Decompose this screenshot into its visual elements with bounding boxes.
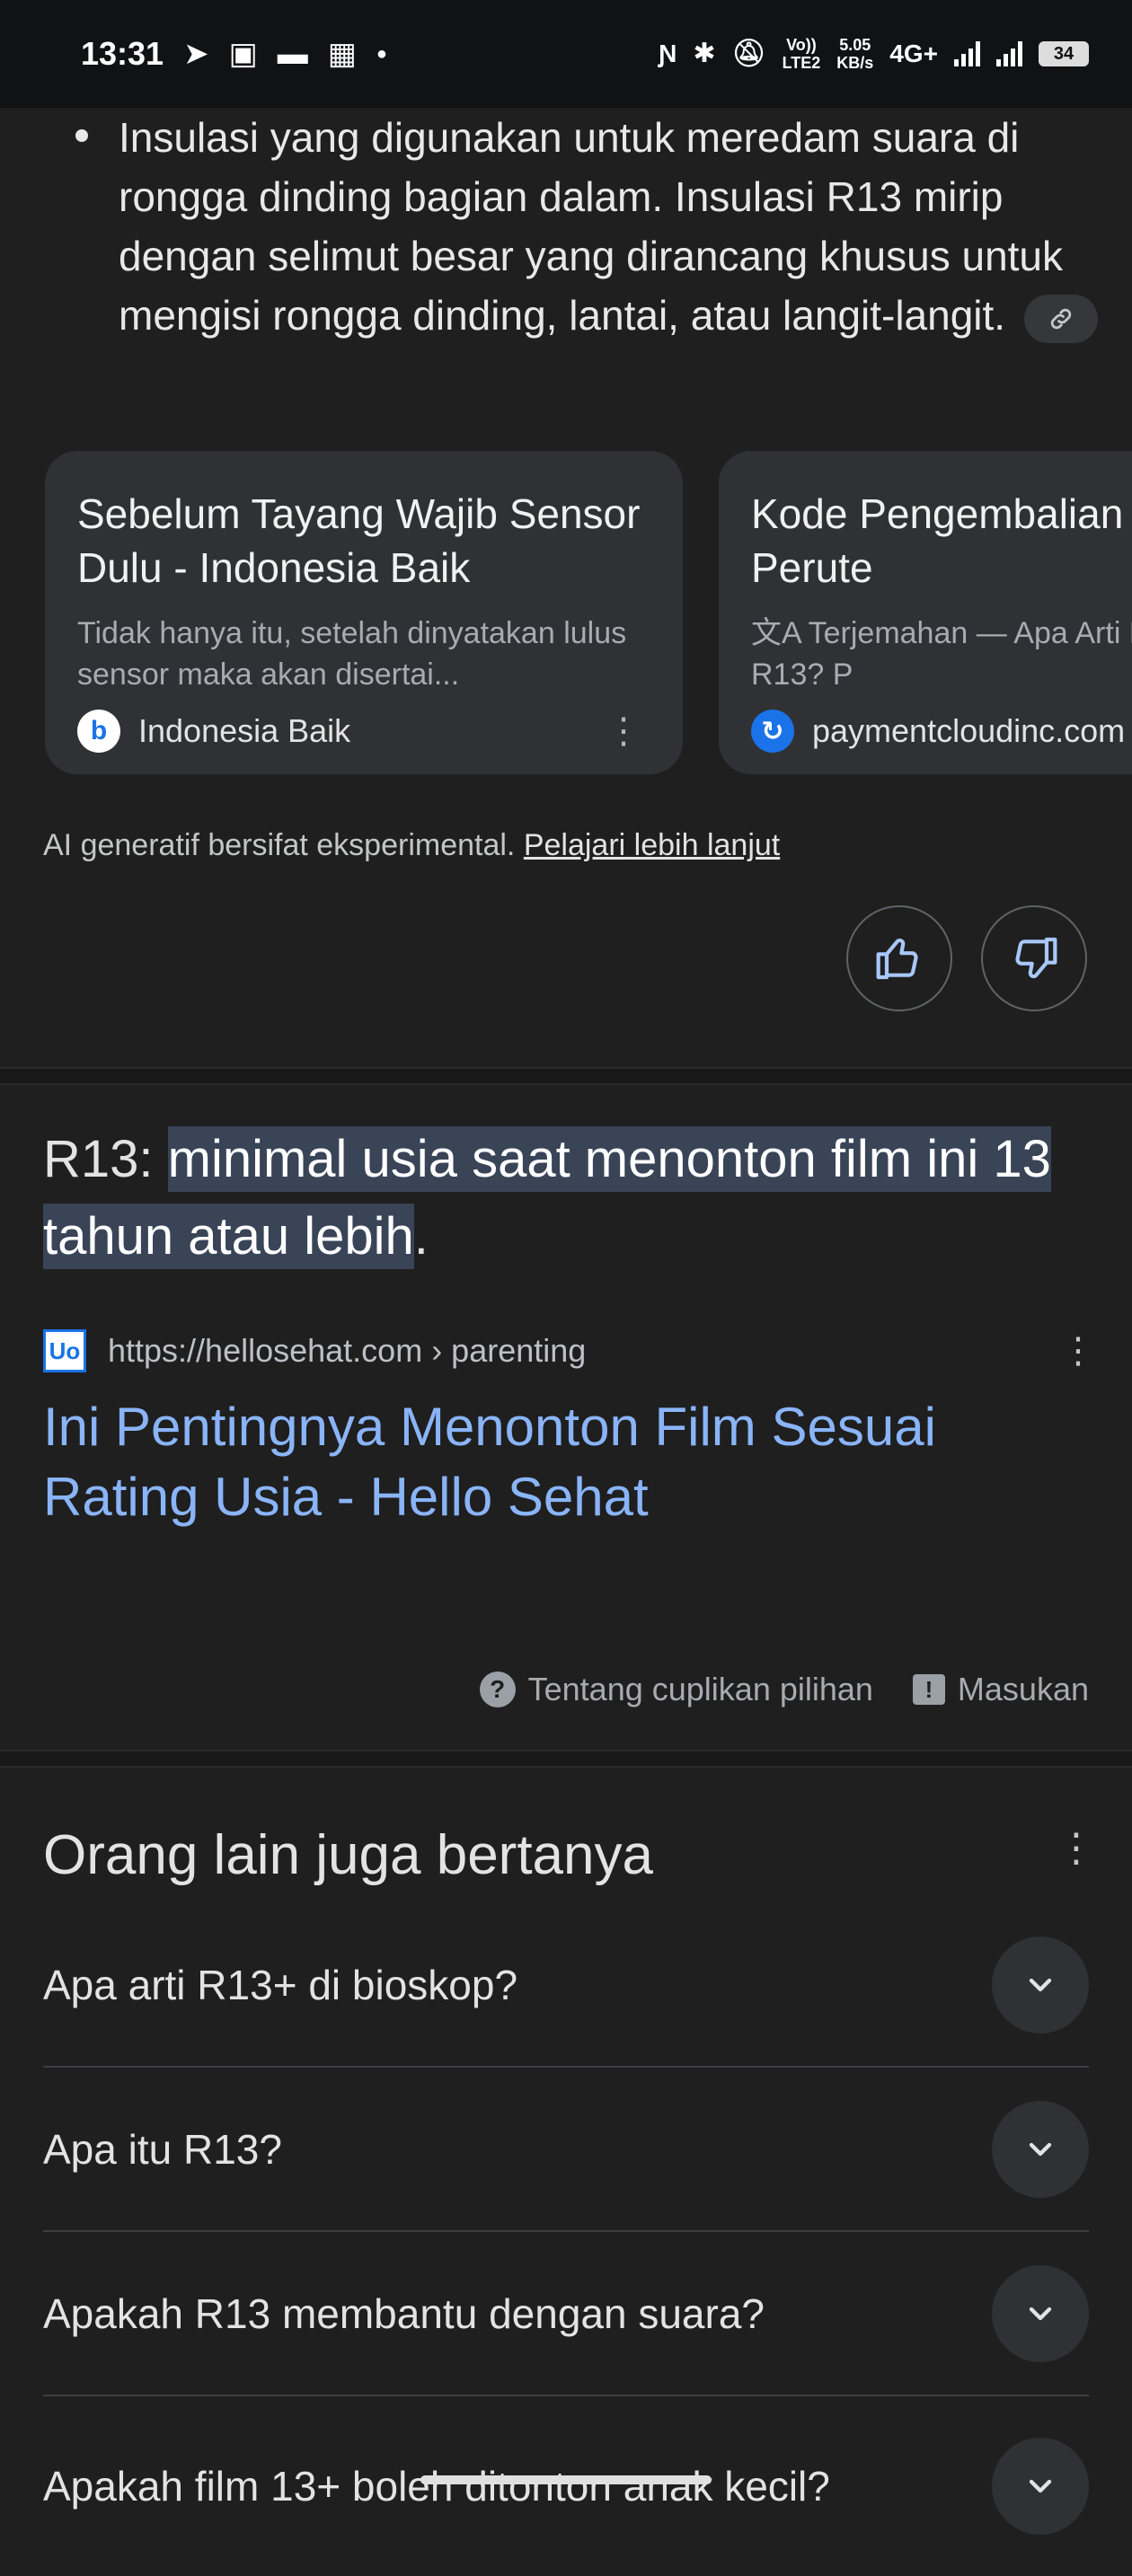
hellosehat-favicon-icon: Uo	[43, 1329, 86, 1372]
signal-2-icon	[996, 41, 1022, 66]
card-source-name: paymentcloudinc.com	[812, 712, 1126, 749]
source-card[interactable]: Kode Pengembalian ACH: Nomor Perute 文A T…	[719, 451, 1132, 774]
link-icon	[1050, 308, 1072, 330]
shopping-bag-icon: ▣	[228, 37, 258, 71]
snippet-highlight: minimal usia saat menonton film ini 13 t…	[43, 1126, 1051, 1269]
mute-bell-icon: 🔕︎	[731, 39, 766, 68]
chevron-down-icon	[1029, 1978, 1052, 1991]
citation-link-button[interactable]	[1023, 294, 1098, 343]
learn-more-link[interactable]: Pelajari lebih lanjut	[524, 828, 780, 862]
chevron-down-icon	[1029, 2479, 1052, 2493]
thumbs-up-button[interactable]	[846, 905, 952, 1011]
chevron-down-icon	[1029, 2142, 1052, 2156]
search-results: Insulasi yang digunakan untuk meredam su…	[0, 108, 1132, 2535]
result-url[interactable]: https://hellosehat.com › parenting	[108, 1332, 586, 1370]
network-speed-unit: KB/s	[836, 54, 874, 72]
question-item[interactable]: Apakah film 13+ boleh ditonton anak keci…	[43, 2396, 1089, 2576]
snippet-suffix: .	[413, 1207, 429, 1266]
chevron-down-icon	[1029, 2307, 1052, 2320]
indonesia-baik-favicon-icon: b	[77, 710, 120, 753]
result-source-row[interactable]: Uo https://hellosehat.com › parenting ⋮	[43, 1329, 1096, 1372]
bullet-text: Insulasi yang digunakan untuk meredam su…	[119, 114, 1064, 339]
card-source: ↻ paymentcloudinc.com	[751, 710, 1132, 753]
question-item[interactable]: Apa itu R13?	[43, 2068, 1089, 2232]
help-icon: ?	[479, 1672, 516, 1707]
question-text: Apakah R13 membantu dengan suara?	[43, 2289, 765, 2337]
question-item[interactable]: Apakah R13 membantu dengan suara?	[43, 2232, 1089, 2396]
battery-icon: 34	[1039, 41, 1089, 66]
expand-button[interactable]	[992, 2438, 1089, 2535]
thumbs-down-icon	[1015, 937, 1057, 979]
feedback-label: Masukan	[957, 1671, 1089, 1707]
volte-indicator: Vo)) LTE2	[783, 36, 821, 72]
more-vert-icon[interactable]: ⋮	[1057, 1825, 1096, 1871]
thumbs-up-icon	[876, 938, 918, 980]
more-vert-icon[interactable]: ⋮	[606, 710, 650, 752]
featured-snippet-text: R13: minimal usia saat menonton film ini…	[43, 1121, 1094, 1275]
question-text: Apa itu R13?	[43, 2125, 282, 2173]
nfc-icon: Ɲ	[659, 40, 677, 67]
section-divider	[0, 1067, 1132, 1085]
expand-button[interactable]	[992, 2264, 1089, 2362]
question-item[interactable]: Apa arti R13+ di bioskop?	[43, 1903, 1089, 2068]
snippet-actions: ? Tentang cuplikan pilihan ! Masukan	[0, 1671, 1089, 1708]
volte-bottom: LTE2	[782, 54, 821, 72]
ai-overview-bullet: Insulasi yang digunakan untuk meredam su…	[119, 108, 1125, 345]
bluetooth-icon: ✱	[693, 39, 716, 68]
bullet-dot	[75, 129, 88, 142]
paymentcloud-favicon-icon: ↻	[751, 710, 794, 753]
thumbs-down-button[interactable]	[981, 905, 1087, 1011]
question-text: Apa arti R13+ di bioskop?	[43, 1961, 518, 2008]
clock: 13:31	[81, 35, 164, 72]
home-indicator[interactable]	[420, 2475, 712, 2484]
card-description: Tidak hanya itu, setelah dinyatakan lulu…	[77, 616, 627, 692]
network-speed-value: 5.05	[839, 36, 871, 54]
card-description: 文A Terjemahan — Apa Arti K Pengembalian …	[751, 616, 1132, 692]
expand-button[interactable]	[992, 2100, 1089, 2198]
people-also-ask-heading: Orang lain juga bertanya	[43, 1824, 654, 1886]
signal-1-icon	[954, 41, 980, 66]
source-card[interactable]: Sebelum Tayang Wajib Sensor Dulu - Indon…	[45, 451, 683, 774]
network-speed: 5.05 KB/s	[836, 36, 873, 72]
disclaimer-text: AI generatif bersifat eksperimental.	[43, 828, 516, 862]
snippet-prefix: R13:	[43, 1130, 168, 1188]
source-cards-carousel[interactable]: Sebelum Tayang Wajib Sensor Dulu - Indon…	[45, 451, 1132, 776]
message-icon: ▬	[277, 37, 308, 71]
card-source: b Indonesia Baik ⋮	[77, 710, 650, 753]
calendar-icon: ▦	[327, 37, 357, 71]
result-title-link[interactable]: Ini Pentingnya Menonton Film Sesuai Rati…	[43, 1392, 1103, 1532]
ai-disclaimer: AI generatif bersifat eksperimental. Pel…	[43, 828, 780, 863]
card-title: Sebelum Tayang Wajib Sensor Dulu - Indon…	[77, 490, 641, 591]
more-notifications-dot-icon: ●	[376, 44, 387, 64]
section-divider	[0, 1750, 1132, 1768]
feedback-button[interactable]: ! Masukan	[912, 1671, 1089, 1708]
more-vert-icon[interactable]: ⋮	[1060, 1330, 1096, 1372]
feedback-icon: !	[912, 1674, 945, 1705]
card-source-name: Indonesia Baik	[138, 712, 351, 749]
network-type: 4G+	[889, 40, 938, 67]
expand-button[interactable]	[992, 1936, 1089, 2033]
telegram-icon: ➤	[183, 37, 209, 71]
card-title: Kode Pengembalian ACH: Nomor Perute	[751, 490, 1132, 591]
about-label: Tentang cuplikan pilihan	[527, 1671, 873, 1707]
volte-top: Vo))	[786, 36, 817, 54]
question-text: Apakah film 13+ boleh ditonton anak keci…	[43, 2463, 830, 2510]
about-featured-snippet-button[interactable]: ? Tentang cuplikan pilihan	[479, 1671, 873, 1708]
status-bar: 13:31 ➤ ▣ ▬ ▦ ● Ɲ ✱ 🔕︎ Vo)) LTE2 5.05 KB…	[0, 0, 1132, 108]
